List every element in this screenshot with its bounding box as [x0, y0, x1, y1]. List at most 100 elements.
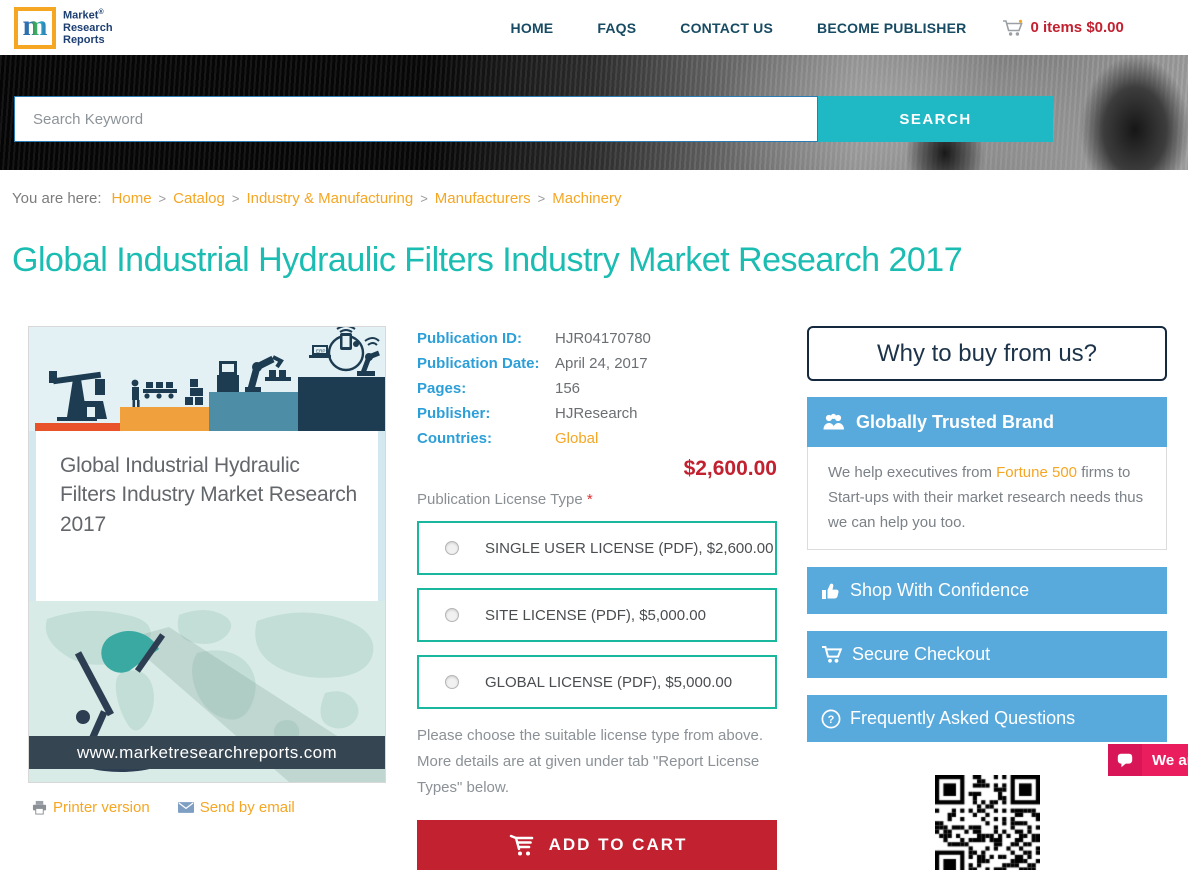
nav-home[interactable]: HOME [511, 20, 554, 36]
fortune-500-link[interactable]: Fortune 500 [996, 464, 1077, 481]
search-bar: SEARCH [14, 96, 1053, 142]
radio-global[interactable] [445, 675, 459, 689]
publication-id-row: Publication ID: HJR04170780 [417, 326, 777, 351]
publication-details: Publication ID: HJR04170780 Publication … [417, 326, 777, 451]
breadcrumb-separator: > [231, 191, 240, 206]
nav-faqs[interactable]: FAQS [597, 20, 636, 36]
search-input[interactable] [14, 96, 818, 142]
send-by-email-label: Send by email [199, 799, 295, 816]
license-option-label: GLOBAL LICENSE (PDF), $5,000.00 [485, 673, 733, 691]
main-nav: HOME FAQS CONTACT US BECOME PUBLISHER [511, 20, 967, 36]
license-option-label: SITE LICENSE (PDF), $5,000.00 [485, 606, 706, 624]
breadcrumb-home[interactable]: Home [112, 190, 152, 207]
report-cover-column: ERP Global Industrial Hydraulic Filters … [28, 326, 386, 870]
license-option-single-user[interactable]: SINGLE USER LICENSE (PDF), $2,600.00 [417, 521, 777, 575]
users-group-icon [823, 413, 844, 429]
add-to-cart-label: ADD TO CART [548, 835, 688, 854]
svg-text:?: ? [828, 714, 835, 726]
main-content: ERP Global Industrial Hydraulic Filters … [28, 326, 1188, 870]
breadcrumb-machinery[interactable]: Machinery [552, 190, 621, 207]
globally-trusted-brand-header[interactable]: Globally Trusted Brand [807, 397, 1167, 447]
printer-version-link[interactable]: Printer version [32, 799, 150, 816]
pages-row: Pages: 156 [417, 376, 777, 401]
breadcrumb-prefix: You are here: [12, 190, 102, 207]
radio-site[interactable] [445, 608, 459, 622]
cover-title: Global Industrial Hydraulic Filters Indu… [60, 454, 358, 536]
license-option-global[interactable]: GLOBAL LICENSE (PDF), $5,000.00 [417, 655, 777, 709]
faq-bar[interactable]: ? Frequently Asked Questions [807, 695, 1167, 742]
countries-label: Countries: [417, 430, 492, 447]
breadcrumb-catalog[interactable]: Catalog [173, 190, 225, 207]
chat-label: We ar [1152, 751, 1188, 769]
breadcrumb-separator: > [158, 191, 167, 206]
price: $2,600.00 [683, 457, 777, 480]
faq-label: Frequently Asked Questions [850, 708, 1076, 728]
breadcrumb-manufacturers[interactable]: Manufacturers [435, 190, 531, 207]
trusted-body-text: We help executives from [828, 464, 997, 481]
cart-icon [1003, 19, 1024, 36]
printer-version-label: Printer version [53, 799, 150, 816]
breadcrumb-separator: > [537, 191, 546, 206]
live-chat-widget[interactable]: We ar [1108, 744, 1188, 776]
shop-with-confidence-label: Shop With Confidence [850, 580, 1030, 600]
cover-industry-illustration: ERP [29, 327, 385, 431]
required-asterisk: * [586, 491, 593, 508]
header-cart[interactable]: 0 items $0.00 [1002, 19, 1124, 37]
nav-contact-us[interactable]: CONTACT US [680, 20, 773, 36]
logo-line2: Research [63, 21, 113, 34]
publisher-value: HJResearch [555, 405, 638, 422]
purchase-column: Publication ID: HJR04170780 Publication … [417, 326, 777, 870]
cover-url-bar: www.marketresearchreports.com [29, 736, 385, 769]
license-option-site[interactable]: SITE LICENSE (PDF), $5,000.00 [417, 588, 777, 642]
breadcrumb-industry-manufacturing[interactable]: Industry & Manufacturing [246, 190, 413, 207]
countries-row: Countries: Global [417, 426, 777, 451]
svg-text:ERP: ERP [316, 348, 325, 353]
globally-trusted-brand-body: We help executives from Fortune 500 firm… [807, 447, 1167, 550]
shop-with-confidence-bar[interactable]: Shop With Confidence [807, 567, 1167, 614]
secure-cart-icon [822, 646, 843, 663]
logo-letter: m [22, 8, 48, 42]
pages-value: 156 [555, 380, 581, 397]
thumbs-up-icon [822, 583, 839, 599]
breadcrumb-separator: > [420, 191, 428, 206]
chat-bubble-icon [1117, 753, 1133, 768]
publisher-label: Publisher: [417, 405, 491, 422]
license-note: Please choose the suitable license type … [417, 727, 764, 796]
site-logo[interactable]: m Market® Research Reports [14, 6, 113, 49]
question-circle-icon: ? [821, 709, 841, 728]
license-type-label: Publication License Type * [417, 491, 777, 508]
chat-icon-box [1108, 744, 1142, 776]
logo-mark: m [14, 6, 56, 49]
share-links: Printer version Send by email [32, 799, 386, 816]
cart-amount: 0 items $0.00 [1030, 19, 1124, 36]
breadcrumb: You are here: Home > Catalog > Industry & Man… [12, 190, 1188, 207]
license-type-label-text: Publication License Type [417, 491, 583, 508]
email-icon [177, 802, 194, 813]
add-to-cart-icon [509, 834, 533, 856]
secure-checkout-label: Secure Checkout [852, 644, 991, 664]
registered-mark: ® [98, 8, 104, 16]
cover-title-area: Global Industrial Hydraulic Filters Indu… [29, 431, 385, 601]
logo-line1: Market [63, 9, 99, 22]
top-header: m Market® Research Reports HOME FAQS CON… [0, 0, 1188, 55]
search-button[interactable]: SEARCH [818, 96, 1053, 142]
add-to-cart-button[interactable]: ADD TO CART [417, 820, 777, 870]
report-cover-image: ERP Global Industrial Hydraulic Filters … [28, 326, 386, 783]
publication-id-value: HJR04170780 [555, 330, 651, 347]
send-by-email-link[interactable]: Send by email [177, 799, 295, 816]
secure-checkout-bar[interactable]: Secure Checkout [807, 631, 1167, 678]
printer-icon [32, 800, 47, 815]
radio-single-user[interactable] [445, 541, 459, 555]
nav-become-publisher[interactable]: BECOME PUBLISHER [817, 20, 966, 36]
why-buy-heading: Why to buy from us? [807, 326, 1167, 381]
publication-id-label: Publication ID: [417, 330, 522, 347]
publication-date-value: April 24, 2017 [555, 355, 648, 372]
pages-label: Pages: [417, 380, 467, 397]
countries-value-link[interactable]: Global [555, 430, 598, 447]
publication-date-label: Publication Date: [417, 355, 540, 372]
publication-date-row: Publication Date: April 24, 2017 [417, 351, 777, 376]
page-title: Global Industrial Hydraulic Filters Indu… [12, 241, 963, 279]
logo-line3: Reports [63, 34, 105, 47]
qr-code-wrap [807, 775, 1167, 870]
hero-banner: SEARCH [0, 55, 1188, 170]
